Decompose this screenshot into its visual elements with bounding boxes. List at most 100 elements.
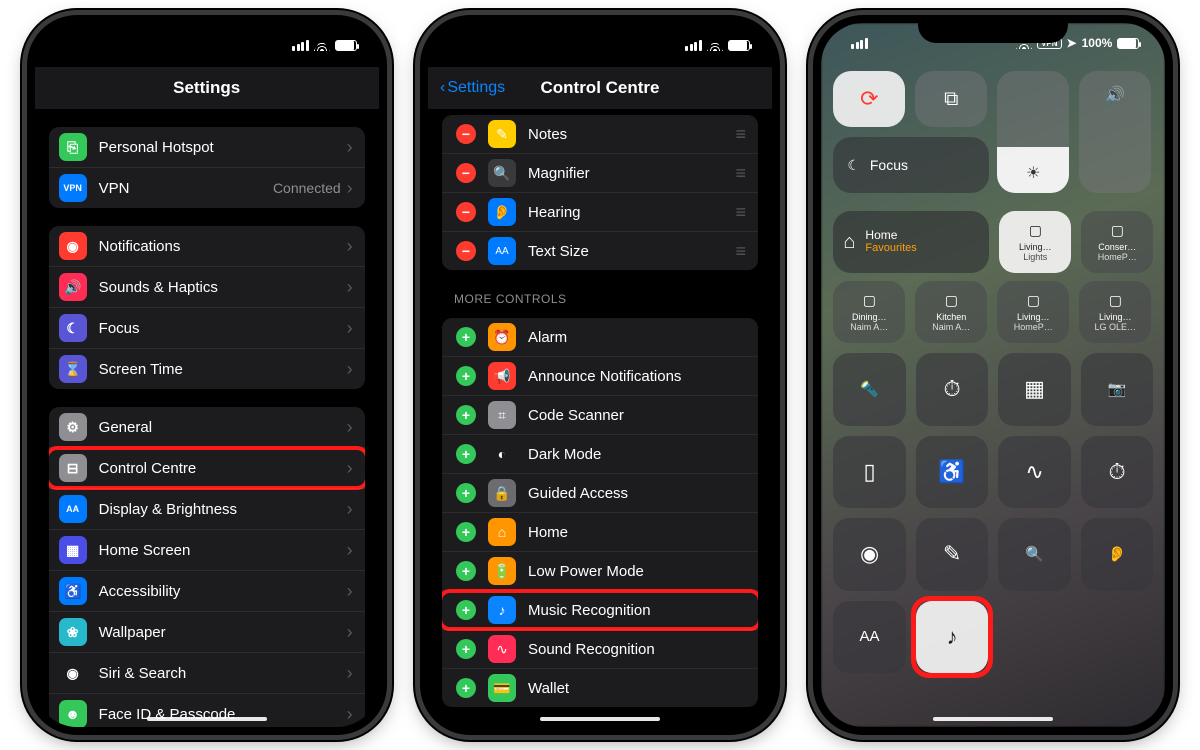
brightness-slider[interactable]: ☀ (997, 71, 1069, 193)
accessory-tile-conser[interactable]: ▢ Conser… HomeP… (1081, 211, 1153, 273)
cc-row-sound-rec[interactable]: + ∿ Sound Recognition (442, 629, 758, 668)
cc-row-home[interactable]: + ⌂ Home (442, 512, 758, 551)
cc-row-hearing[interactable]: − 👂 Hearing ≡ (442, 192, 758, 231)
home-indicator[interactable] (147, 717, 267, 721)
settings-row-wallpaper[interactable]: ❀ Wallpaper › (49, 611, 365, 652)
accessory-tile-kitchen[interactable]: ▢ Kitchen Naim A… (915, 281, 987, 343)
home-favourites-tile[interactable]: ⌂ Home Favourites (833, 211, 989, 273)
screen-mirroring-tile[interactable]: ⧉ (915, 71, 987, 127)
text-size-button[interactable]: AA (833, 601, 906, 674)
add-button[interactable]: + (456, 678, 476, 698)
settings-row-display[interactable]: AA Display & Brightness › (49, 488, 365, 529)
cc-row-code-scanner[interactable]: + ⌗ Code Scanner (442, 395, 758, 434)
battery-icon (728, 40, 750, 51)
magnifier-button[interactable]: 🔍 (998, 518, 1071, 591)
remote-button[interactable]: ▯ (833, 436, 906, 509)
notes-button[interactable]: ✎ (916, 518, 989, 591)
cc-row-music-rec[interactable]: + ♪ Music Recognition (442, 590, 758, 629)
add-button[interactable]: + (456, 639, 476, 659)
screen-record-button[interactable]: ◉ (833, 518, 906, 591)
settings-row-control-centre[interactable]: ⊟ Control Centre › (49, 447, 365, 488)
focus-tile[interactable]: ☾ Focus (833, 137, 989, 193)
remove-button[interactable]: − (456, 241, 476, 261)
hearing-button[interactable]: 👂 (1081, 518, 1154, 591)
cc-row-text-size[interactable]: − AA Text Size ≡ (442, 231, 758, 270)
timer-button[interactable]: ⏱ (916, 353, 989, 426)
add-button[interactable]: + (456, 327, 476, 347)
accessibility-shortcut-button[interactable]: ♿ (916, 436, 989, 509)
cc-row-low-power[interactable]: + 🔋 Low Power Mode (442, 551, 758, 590)
add-button[interactable]: + (456, 600, 476, 620)
accessory-tile-living-homepod[interactable]: ▢ Living… HomeP… (997, 281, 1069, 343)
reorder-grip-icon[interactable]: ≡ (735, 124, 744, 145)
settings-row-focus[interactable]: ☾ Focus › (49, 307, 365, 348)
accessory-tile-living-lg[interactable]: ▢ Living… LG OLE… (1079, 281, 1151, 343)
reorder-grip-icon[interactable]: ≡ (735, 163, 744, 184)
accessibility-icon: ♿ (59, 577, 87, 605)
camera-button[interactable]: 📷 (1081, 353, 1154, 426)
rotation-lock-tile[interactable]: ⟳ (833, 71, 905, 127)
magnifier-icon: 🔍 (488, 159, 516, 187)
accessibility-shortcut-button-icon: ♿ (938, 459, 965, 485)
phone-control-centre-settings: ‹ Settings Control Centre − ✎ Notes ≡ − … (420, 15, 780, 735)
add-button[interactable]: + (456, 405, 476, 425)
row-label: General (99, 419, 347, 436)
cc-row-magnifier[interactable]: − 🔍 Magnifier ≡ (442, 153, 758, 192)
settings-row-accessibility[interactable]: ♿ Accessibility › (49, 570, 365, 611)
calculator-button[interactable]: ▦ (998, 353, 1071, 426)
accessory-title: Living… (1014, 312, 1053, 322)
code-scanner-icon: ⌗ (488, 401, 516, 429)
cc-row-notes[interactable]: − ✎ Notes ≡ (442, 115, 758, 153)
add-button[interactable]: + (456, 483, 476, 503)
cc-row-dark-mode[interactable]: + ◐ Dark Mode (442, 434, 758, 473)
accessory-tile-dining[interactable]: ▢ Dining… Naim A… (833, 281, 905, 343)
stopwatch-button[interactable]: ⏱ (1081, 436, 1154, 509)
remove-button[interactable]: − (456, 124, 476, 144)
back-button[interactable]: ‹ Settings (440, 79, 505, 97)
settings-row-screen-time[interactable]: ⌛ Screen Time › (49, 348, 365, 389)
row-label: Wallpaper (99, 624, 347, 641)
add-button[interactable]: + (456, 366, 476, 386)
flashlight-button-icon: 🔦 (860, 380, 879, 398)
alarm-icon: ⏰ (488, 323, 516, 351)
remove-button[interactable]: − (456, 202, 476, 222)
reorder-grip-icon[interactable]: ≡ (735, 202, 744, 223)
settings-row-general[interactable]: ⚙ General › (49, 407, 365, 447)
cc-row-announce[interactable]: + 📢 Announce Notifications (442, 356, 758, 395)
reorder-grip-icon[interactable]: ≡ (735, 241, 744, 262)
settings-row-siri[interactable]: ◉ Siri & Search › (49, 652, 365, 693)
screen-time-icon: ⌛ (59, 355, 87, 383)
accessory-tile-living-lights[interactable]: ▢ Living… Lights (999, 211, 1071, 273)
chevron-icon: › (347, 417, 353, 438)
home-indicator[interactable] (933, 717, 1053, 721)
home-indicator[interactable] (540, 717, 660, 721)
add-button[interactable]: + (456, 561, 476, 581)
voice-memo-button[interactable]: ∿ (998, 436, 1071, 509)
volume-icon: 🔊 (1105, 85, 1125, 105)
accessory-sub: Naim A… (850, 322, 888, 332)
cc-row-guided[interactable]: + 🔒 Guided Access (442, 473, 758, 512)
control-centre[interactable]: VPN ➤ 100% ⟳ ⧉ ☀ 🔊 (821, 23, 1165, 727)
settings-row-notifications[interactable]: ◉ Notifications › (49, 226, 365, 266)
volume-slider[interactable]: 🔊 (1079, 71, 1151, 193)
settings-row-faceid[interactable]: ☻ Face ID & Passcode › (49, 693, 365, 727)
personal-hotspot-icon: ⎘ (59, 133, 87, 161)
row-label: Text Size (528, 243, 735, 260)
accessory-icon: ▢ (1111, 222, 1124, 239)
add-button[interactable]: + (456, 444, 476, 464)
settings-row-personal-hotspot[interactable]: ⎘ Personal Hotspot › (49, 127, 365, 167)
remove-button[interactable]: − (456, 163, 476, 183)
cc-row-wallet[interactable]: + 💳 Wallet (442, 668, 758, 707)
settings-row-sounds[interactable]: 🔊 Sounds & Haptics › (49, 266, 365, 307)
cc-edit-content[interactable]: − ✎ Notes ≡ − 🔍 Magnifier ≡ − 👂 Hearing … (428, 109, 772, 727)
accessory-title: Dining… (850, 312, 888, 322)
brightness-icon: ☀ (1026, 163, 1040, 183)
add-button[interactable]: + (456, 522, 476, 542)
settings-row-vpn[interactable]: VPN VPN Connected › (49, 167, 365, 208)
cc-row-alarm[interactable]: + ⏰ Alarm (442, 318, 758, 356)
row-label: Magnifier (528, 165, 735, 182)
music-recognition-button[interactable]: ♪ (916, 601, 989, 674)
settings-row-home-screen[interactable]: ▦ Home Screen › (49, 529, 365, 570)
flashlight-button[interactable]: 🔦 (833, 353, 906, 426)
settings-content[interactable]: ⎘ Personal Hotspot › VPN VPN Connected ›… (35, 109, 379, 727)
